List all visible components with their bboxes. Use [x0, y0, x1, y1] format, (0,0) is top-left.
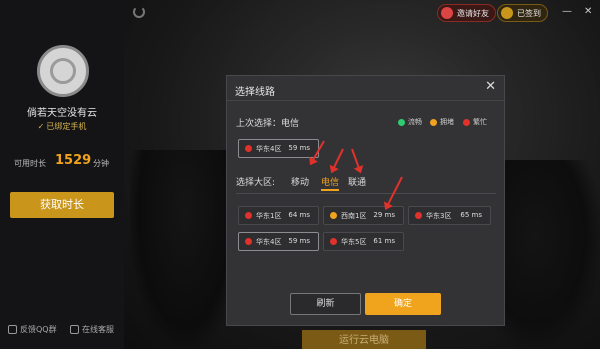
- legend-smooth-label: 流畅: [408, 118, 422, 126]
- server-status-dot: [245, 212, 252, 219]
- server-item[interactable]: 华东5区 61 ms: [323, 232, 404, 251]
- phone-bound-label: 已绑定手机: [46, 122, 87, 131]
- time-unit: 分钟: [93, 159, 109, 168]
- dialog-title: 选择线路: [235, 87, 275, 98]
- avatar[interactable]: [37, 45, 89, 97]
- server-status-dot: [330, 212, 337, 219]
- refresh-icon[interactable]: [133, 6, 145, 18]
- time-label: 可用时长: [14, 159, 46, 168]
- confirm-button[interactable]: 确定: [365, 293, 441, 315]
- legend-smooth: 流畅: [398, 117, 422, 127]
- invite-friends-button[interactable]: 邀请好友: [437, 4, 496, 22]
- server-status-dot: [245, 145, 252, 152]
- qq-icon: [8, 325, 17, 334]
- server-latency: 59 ms: [288, 144, 310, 152]
- legend-smooth-dot: [398, 118, 405, 126]
- last-choice-label: 上次选择：电信: [236, 119, 300, 129]
- server-item[interactable]: 华东3区 65 ms: [408, 206, 491, 225]
- server-status-dot: [330, 238, 337, 245]
- coin-icon: [501, 7, 513, 19]
- feedback-qq-link[interactable]: 反馈QQ群: [8, 324, 57, 335]
- support-link[interactable]: 在线客服: [70, 324, 114, 335]
- server-status-dot: [415, 212, 422, 219]
- legend-congested-dot: [430, 118, 437, 126]
- tab-mobile[interactable]: 移动: [291, 175, 309, 188]
- run-cloud-pc-button[interactable]: 运行云电脑: [302, 330, 426, 349]
- server-item[interactable]: 华东1区 64 ms: [238, 206, 319, 225]
- check-icon: ✓: [37, 122, 45, 131]
- server-item-selected[interactable]: 华东4区 59 ms: [238, 232, 319, 251]
- legend-congested-label: 拥堵: [440, 118, 454, 126]
- server-latency: 65 ms: [460, 211, 482, 219]
- server-name: 华东1区: [256, 212, 282, 220]
- region-label: 选择大区:: [236, 178, 276, 188]
- tab-telecom[interactable]: 电信: [321, 175, 340, 191]
- username: 倘若天空没有云: [27, 108, 97, 119]
- time-value: 1529: [55, 153, 92, 168]
- legend-busy-label: 繁忙: [473, 118, 487, 126]
- server-latency: 64 ms: [288, 211, 310, 219]
- support-label: 在线客服: [82, 325, 114, 334]
- region-divider: [236, 193, 496, 194]
- close-window-icon[interactable]: ✕: [584, 6, 592, 17]
- avatar-logo-icon: [50, 58, 76, 84]
- legend-busy-dot: [463, 118, 470, 126]
- server-name: 华东4区: [256, 145, 282, 153]
- gift-icon: [441, 7, 453, 19]
- server-name: 华东5区: [341, 238, 367, 246]
- signin-button[interactable]: 已签到: [497, 4, 548, 22]
- server-status-dot: [245, 238, 252, 245]
- server-name: 华东3区: [426, 212, 452, 220]
- support-icon: [70, 325, 79, 334]
- get-time-button[interactable]: 获取时长: [10, 192, 114, 218]
- server-latency: 59 ms: [288, 237, 310, 245]
- signin-label: 已签到: [517, 8, 541, 18]
- refresh-button[interactable]: 刷新: [290, 293, 361, 315]
- dialog-close-icon[interactable]: ✕: [485, 79, 496, 94]
- feedback-qq-label: 反馈QQ群: [20, 325, 57, 334]
- server-latency: 61 ms: [373, 237, 395, 245]
- phone-bound-status: ✓ 已绑定手机: [0, 121, 124, 132]
- last-server-item[interactable]: 华东4区 59 ms: [238, 139, 319, 158]
- dialog-divider: [227, 100, 504, 101]
- server-item[interactable]: 西南1区 29 ms: [323, 206, 404, 225]
- server-name: 西南1区: [341, 212, 367, 220]
- select-route-dialog: 选择线路 ✕ 上次选择：电信 流畅 拥堵 繁忙 华东4区 59 ms 选择大区:…: [226, 75, 505, 326]
- tab-unicom[interactable]: 联通: [348, 175, 366, 188]
- minimize-icon[interactable]: —: [562, 6, 572, 17]
- background-figure-left: [130, 150, 240, 349]
- server-name: 华东4区: [256, 238, 282, 246]
- invite-friends-label: 邀请好友: [457, 8, 489, 18]
- server-latency: 29 ms: [373, 211, 395, 219]
- legend-busy: 繁忙: [463, 117, 487, 127]
- legend-congested: 拥堵: [430, 117, 454, 127]
